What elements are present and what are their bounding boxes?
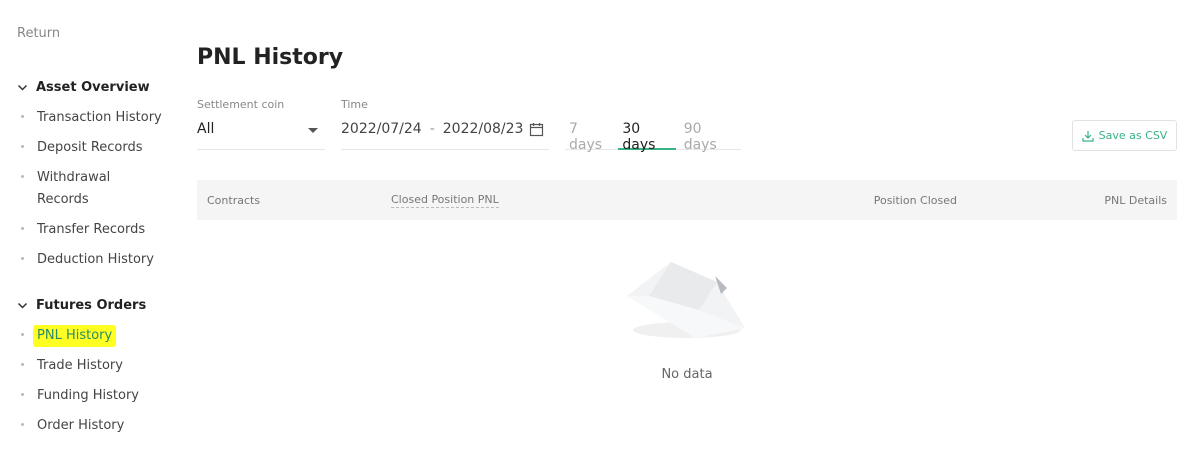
sidebar-item-label: Order History xyxy=(37,418,125,433)
sidebar-item-label: Transaction History xyxy=(37,110,162,125)
bullet-icon xyxy=(21,115,24,118)
settlement-coin-value: All xyxy=(197,121,215,137)
settlement-coin-select[interactable]: All xyxy=(197,116,325,150)
bullet-icon xyxy=(21,363,24,366)
empty-state-text: No data xyxy=(661,367,713,382)
bullet-icon xyxy=(21,227,24,230)
tab-30-days[interactable]: 30 days xyxy=(618,116,676,153)
sidebar-item-label: Deduction History xyxy=(37,252,154,267)
date-range-picker[interactable]: 2022/07/24 - 2022/08/23 xyxy=(341,116,549,150)
range-tabs: 7 days 30 days 90 days xyxy=(565,116,741,153)
save-csv-label: Save as CSV xyxy=(1098,129,1168,142)
sidebar-item-deposit-records[interactable]: Deposit Records xyxy=(21,137,171,159)
date-separator: - xyxy=(429,121,435,137)
sidebar-item-trade-history[interactable]: Trade History xyxy=(21,355,171,377)
time-label: Time xyxy=(341,98,368,111)
sidebar-item-label: Deposit Records xyxy=(37,140,143,155)
settlement-coin-label: Settlement coin xyxy=(197,98,285,111)
sidebar-item-order-history[interactable]: Order History xyxy=(21,415,171,437)
group-label: Asset Overview xyxy=(36,80,150,95)
column-header-pnl-details: PNL Details xyxy=(1104,194,1167,207)
sidebar-item-label: PNL History xyxy=(33,325,117,347)
page-title: PNL History xyxy=(197,45,344,70)
sidebar-item-funding-history[interactable]: Funding History xyxy=(21,385,171,407)
sidebar-item-label: Funding History xyxy=(37,388,139,403)
save-csv-button[interactable]: Save as CSV xyxy=(1072,120,1177,151)
column-header-position-closed: Position Closed xyxy=(873,194,957,207)
bullet-icon xyxy=(21,423,24,426)
table-header: Contracts Closed Position PNL Position C… xyxy=(197,180,1177,220)
download-icon xyxy=(1082,130,1094,142)
group-label: Futures Orders xyxy=(36,298,147,313)
sidebar-item-deduction-history[interactable]: Deduction History xyxy=(21,249,171,271)
tab-7-days[interactable]: 7 days xyxy=(565,116,614,153)
bullet-icon xyxy=(21,393,24,396)
bullet-icon xyxy=(21,257,24,260)
tab-90-days[interactable]: 90 days xyxy=(680,116,737,153)
column-header-closed-position-pnl[interactable]: Closed Position PNL xyxy=(391,193,499,208)
chevron-down-icon xyxy=(17,84,28,91)
calendar-icon xyxy=(530,123,544,137)
sidebar-item-transfer-records[interactable]: Transfer Records xyxy=(21,219,171,241)
caret-down-icon xyxy=(308,128,318,133)
chevron-down-icon xyxy=(17,302,28,309)
sidebar-item-label: Withdrawal Records xyxy=(37,170,111,207)
bullet-icon xyxy=(21,175,24,178)
column-header-contracts: Contracts xyxy=(207,194,261,207)
sidebar-item-withdrawal-records[interactable]: Withdrawal Records xyxy=(21,167,131,211)
sidebar-item-pnl-history[interactable]: PNL History xyxy=(21,325,171,347)
bullet-icon xyxy=(21,333,24,336)
date-start: 2022/07/24 xyxy=(341,121,422,137)
empty-paper-icon xyxy=(627,262,745,338)
sidebar-item-transaction-history[interactable]: Transaction History xyxy=(21,107,171,129)
bullet-icon xyxy=(21,145,24,148)
main-content: PNL History Settlement coin All Time 202… xyxy=(197,0,1177,464)
return-link[interactable]: Return xyxy=(17,26,60,41)
sidebar-item-label: Trade History xyxy=(37,358,123,373)
sidebar: Return Asset Overview Transaction Histor… xyxy=(0,0,180,464)
group-asset-overview[interactable]: Asset Overview xyxy=(17,80,150,95)
date-end: 2022/08/23 xyxy=(442,121,524,137)
group-futures-orders[interactable]: Futures Orders xyxy=(17,298,146,313)
sidebar-item-label: Transfer Records xyxy=(37,222,146,237)
